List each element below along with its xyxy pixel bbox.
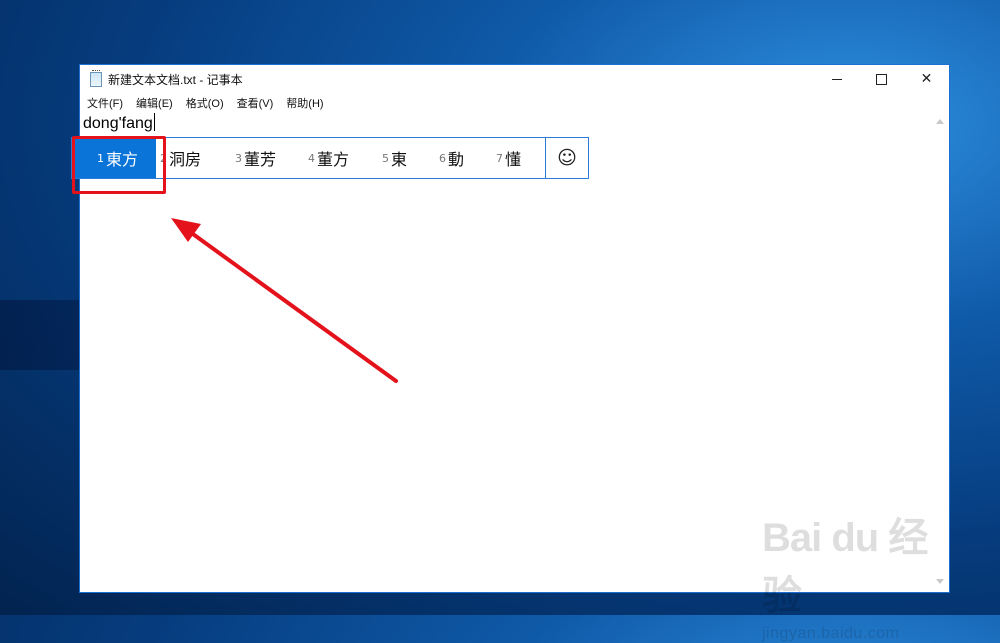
menu-view[interactable]: 查看(V) bbox=[230, 95, 280, 111]
candidate-number: 6 bbox=[439, 151, 446, 165]
candidate-text: 董芳 bbox=[244, 150, 277, 169]
menu-bar: 文件(F) 编辑(E) 格式(O) 查看(V) 帮助(H) bbox=[80, 94, 330, 112]
watermark-url: jingyan.baidu.com bbox=[762, 625, 900, 642]
candidate-number: 5 bbox=[382, 151, 389, 165]
window-controls: ✕ bbox=[814, 65, 949, 93]
candidate-text: 董方 bbox=[317, 150, 350, 169]
watermark-logo: Bai du 经验 bbox=[762, 516, 928, 618]
menu-help[interactable]: 帮助(H) bbox=[279, 95, 329, 111]
ime-candidate-2[interactable]: 2 洞房 bbox=[156, 138, 227, 178]
candidate-text: 洞房 bbox=[169, 150, 202, 169]
annotation-highlight-box bbox=[72, 136, 166, 194]
candidate-number: 7 bbox=[496, 151, 503, 165]
ime-emoji-button[interactable]: ☺ bbox=[545, 138, 588, 178]
composition-text: dong'fang bbox=[83, 115, 153, 132]
smiley-icon: ☺ bbox=[557, 147, 577, 169]
notepad-icon bbox=[90, 69, 102, 87]
candidate-text: 東 bbox=[391, 150, 408, 169]
window-title: 新建文本文档.txt - 记事本 bbox=[108, 72, 243, 87]
close-button[interactable]: ✕ bbox=[904, 65, 949, 93]
menu-file[interactable]: 文件(F) bbox=[80, 95, 129, 111]
candidate-number: 3 bbox=[235, 151, 242, 165]
close-icon: ✕ bbox=[920, 71, 933, 87]
minimize-icon bbox=[831, 78, 842, 80]
title-bar[interactable]: 新建文本文档.txt - 记事本 ✕ bbox=[80, 65, 949, 93]
composition-text-line: dong'fang bbox=[83, 113, 155, 135]
ime-candidate-6[interactable]: 6 動 bbox=[431, 138, 488, 178]
ime-candidate-7[interactable]: 7 懂 bbox=[488, 138, 538, 178]
candidate-number: 4 bbox=[308, 151, 315, 165]
ime-candidate-4[interactable]: 4 董方 bbox=[300, 138, 374, 178]
ime-candidate-3[interactable]: 3 董芳 bbox=[227, 138, 300, 178]
ime-candidate-5[interactable]: 5 東 bbox=[374, 138, 431, 178]
maximize-icon bbox=[876, 73, 887, 85]
baidu-jingyan-watermark: Bai du 经验 jingyan.baidu.com bbox=[762, 505, 952, 642]
candidate-text: 動 bbox=[448, 150, 465, 169]
candidate-text: 懂 bbox=[505, 150, 522, 169]
minimize-button[interactable] bbox=[814, 65, 859, 93]
text-caret bbox=[153, 113, 155, 131]
menu-format[interactable]: 格式(O) bbox=[179, 95, 230, 111]
scroll-up-icon[interactable] bbox=[936, 119, 944, 124]
maximize-button[interactable] bbox=[859, 65, 904, 93]
menu-edit[interactable]: 编辑(E) bbox=[129, 95, 179, 111]
